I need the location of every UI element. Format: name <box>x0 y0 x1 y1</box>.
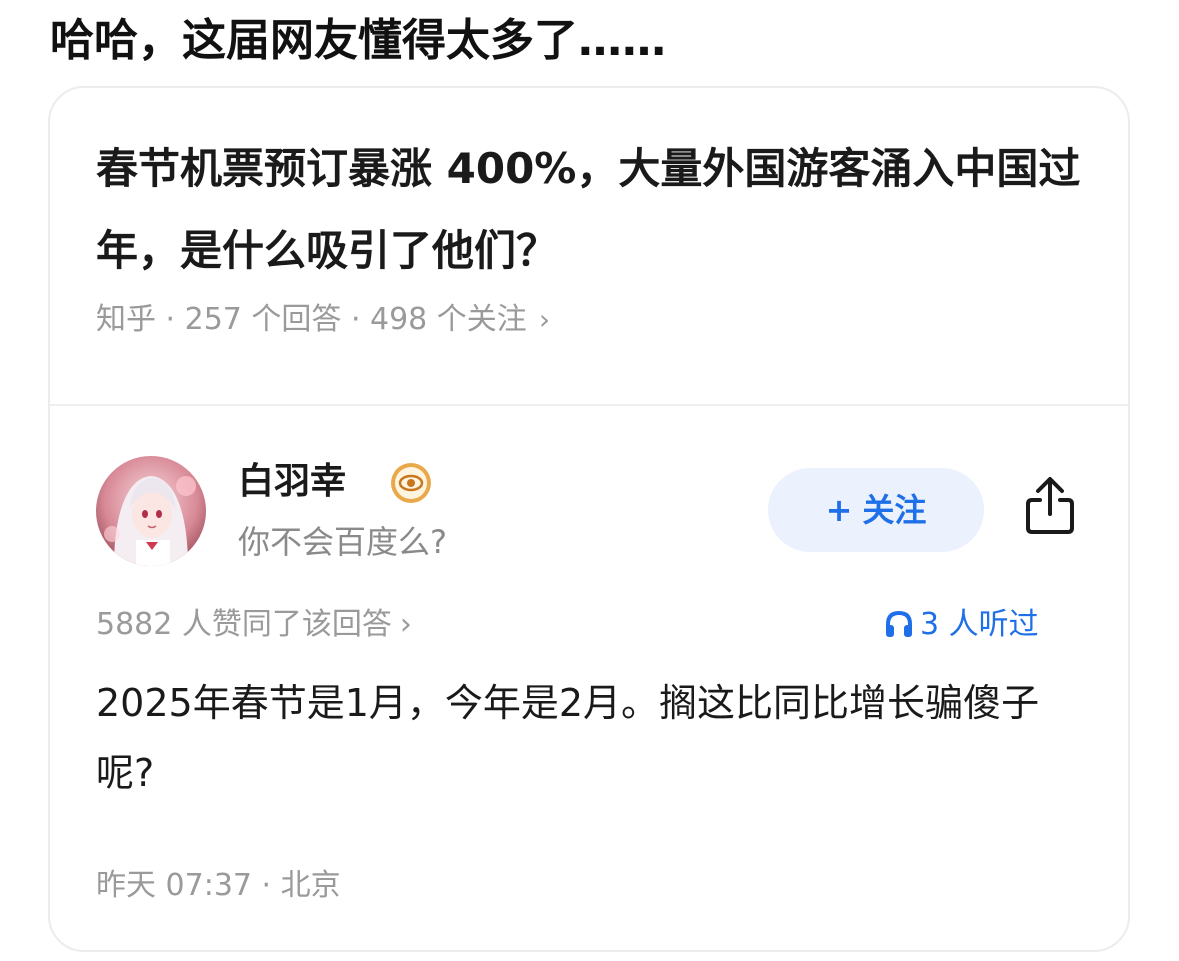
verified-badge-icon <box>386 461 436 505</box>
likes-count[interactable]: 5882 人赞同了该回答 › <box>96 602 412 648</box>
question-meta-text: 知乎 · 257 个回答 · 498 个关注 <box>96 302 527 337</box>
share-icon[interactable] <box>1020 474 1080 538</box>
post-caption: 哈哈，这届网友懂得太多了…… <box>50 15 666 66</box>
author-avatar[interactable] <box>96 456 206 566</box>
follow-button[interactable]: + 关注 <box>768 468 984 552</box>
chevron-right-icon: › <box>538 303 551 336</box>
likes-text: 5882 人赞同了该回答 <box>96 607 392 642</box>
answer-text[interactable]: 2025年春节是1月，今年是2月。搁这比同比增长骗傻子呢? <box>96 668 1096 808</box>
listened-count[interactable]: 3 人听过 <box>884 602 1039 648</box>
zhihu-answer-card[interactable]: 春节机票预订暴涨 400%，大量外国游客涌入中国过年，是什么吸引了他们？ 知乎 … <box>48 86 1130 952</box>
author-name[interactable]: 白羽幸 <box>238 456 346 508</box>
question-title[interactable]: 春节机票预订暴涨 400%，大量外国游客涌入中国过年，是什么吸引了他们？ <box>96 128 1096 292</box>
follow-button-label: 关注 <box>862 491 927 529</box>
card-divider <box>50 404 1128 406</box>
headphones-icon <box>886 610 912 637</box>
author-bio: 你不会百度么? <box>238 523 447 561</box>
answer-time-location: 昨天 07:37 · 北京 <box>96 868 341 903</box>
question-meta[interactable]: 知乎 · 257 个回答 · 498 个关注 › <box>96 298 550 342</box>
chevron-right-icon: › <box>399 607 412 642</box>
plus-icon: + <box>825 491 853 529</box>
listened-text: 3 人听过 <box>920 607 1039 642</box>
anime-avatar-image <box>96 456 206 566</box>
